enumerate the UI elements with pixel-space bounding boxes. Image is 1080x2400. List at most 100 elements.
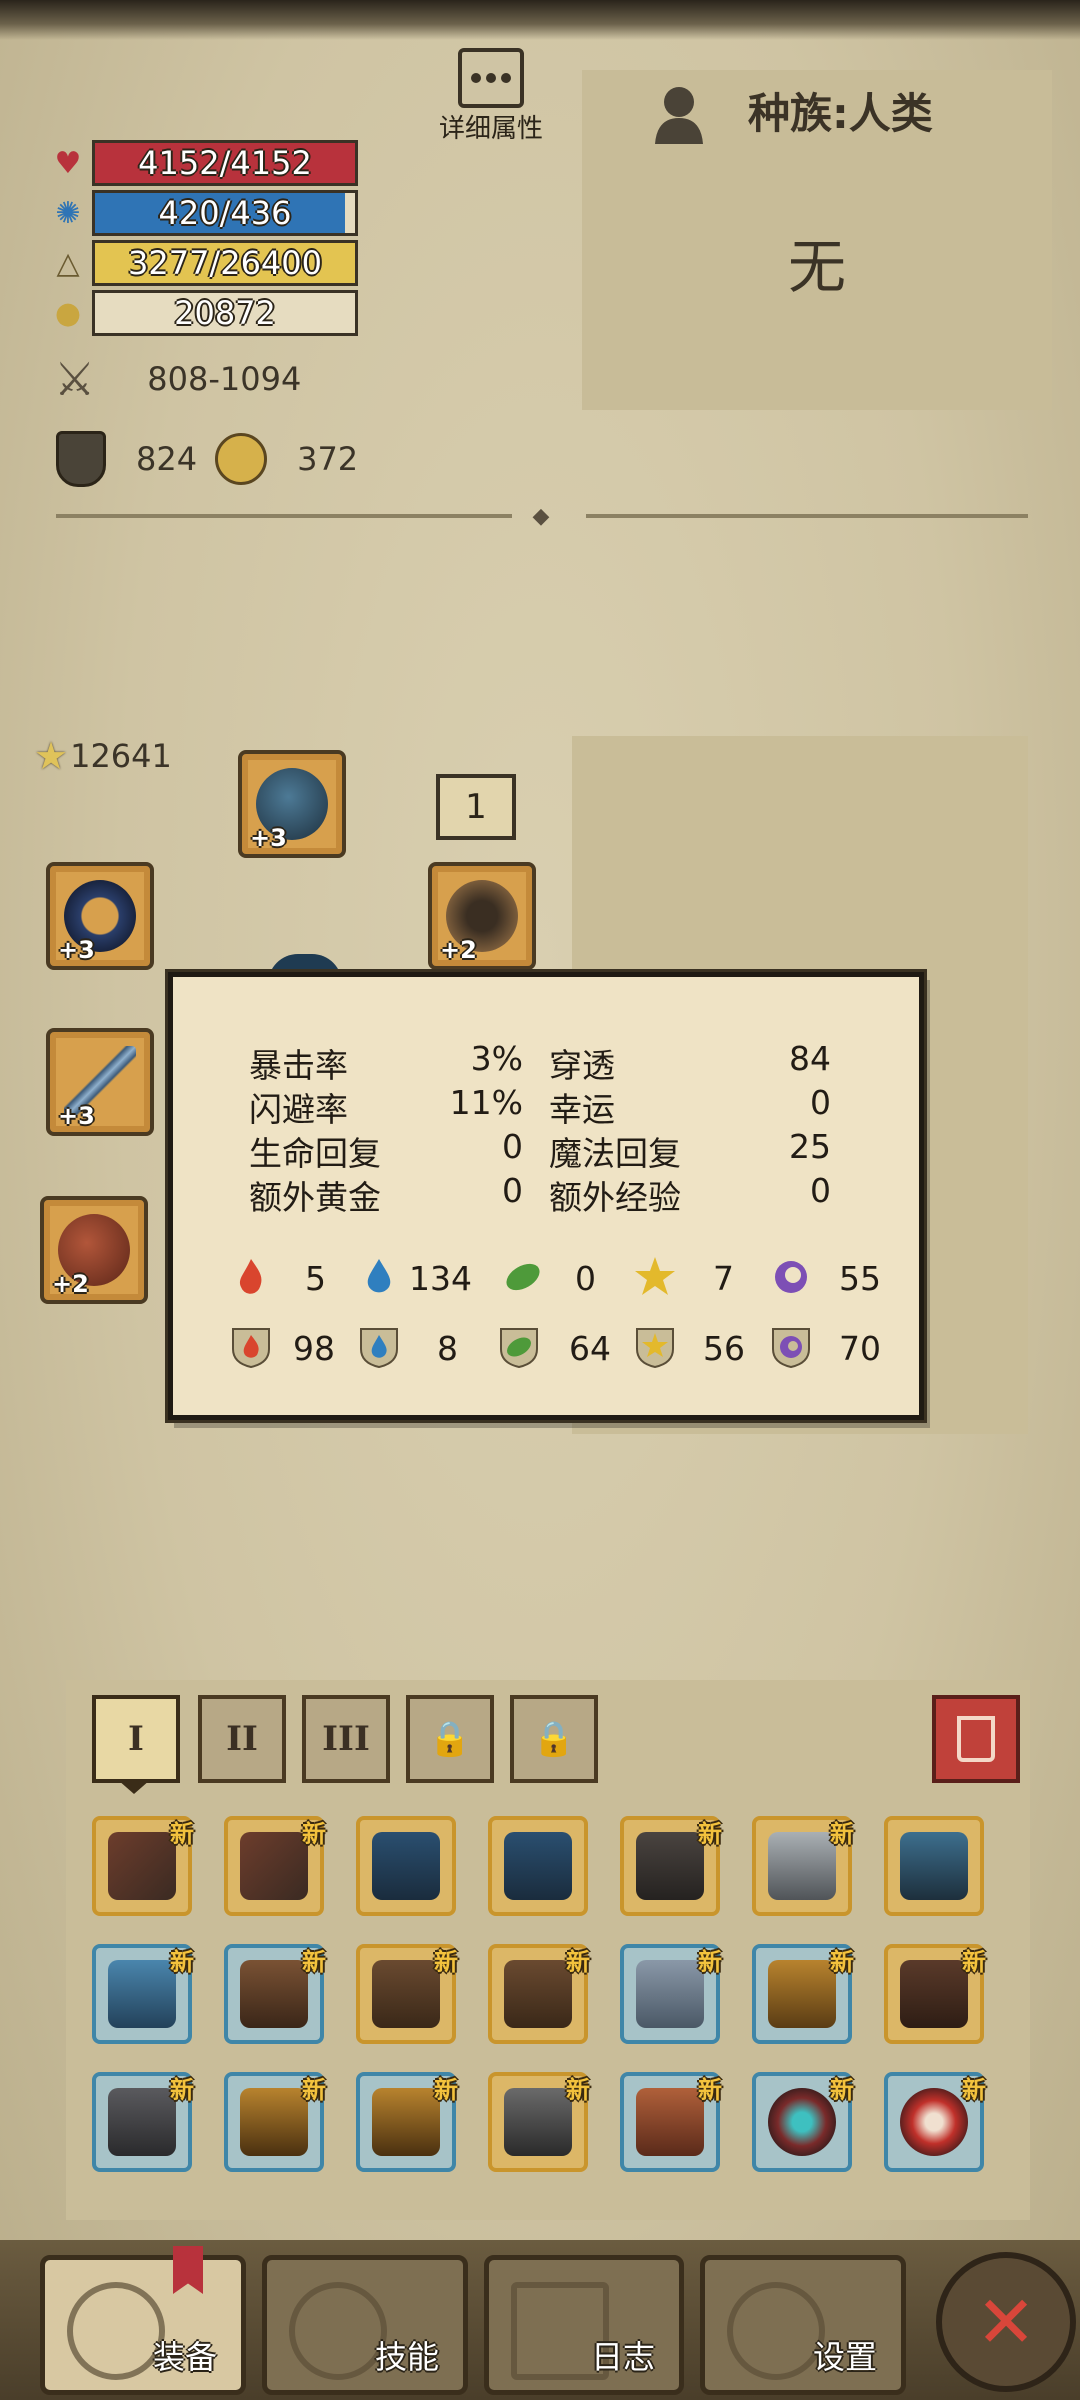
more-dots-icon xyxy=(458,48,524,108)
gold-value: 20872 xyxy=(174,294,276,332)
attack-row: ⚔ 808-1094 xyxy=(54,352,301,406)
inventory-item[interactable]: 新 xyxy=(224,1944,326,2044)
skills-emblem-icon xyxy=(289,2282,387,2380)
nav-equip-label: 装备 xyxy=(152,2338,217,2376)
cloth-pants-icon xyxy=(636,1960,704,2028)
inventory-item[interactable]: 新 xyxy=(92,1816,194,1916)
inventory-item[interactable]: 新 xyxy=(92,1944,194,2044)
close-button[interactable]: ✕ xyxy=(936,2252,1076,2392)
axe-emblem-icon xyxy=(67,2282,165,2380)
blue-cape-icon xyxy=(900,1832,968,1900)
inventory-item[interactable]: 新 xyxy=(488,1944,590,2044)
red-amulet-icon xyxy=(900,2088,968,2156)
defense-row: 824 372 xyxy=(56,431,359,487)
tab-locked-4[interactable]: 🔒 xyxy=(406,1695,494,1783)
new-badge: 新 xyxy=(566,1948,590,1976)
inventory-item[interactable] xyxy=(884,1816,984,1916)
attributes-tooltip[interactable]: 暴击率 3% 穿透 84 闪避率 11% 幸运 0 生命回复 0 魔法回复 25… xyxy=(168,972,924,1420)
ring-upgrade: +3 xyxy=(58,936,95,964)
inventory-item[interactable]: 新 xyxy=(620,2072,722,2172)
inventory-item[interactable]: 新 xyxy=(488,2072,590,2172)
new-badge: 新 xyxy=(830,2076,854,2104)
fire-attack-icon xyxy=(239,1259,262,1294)
weapon-slot[interactable]: +3 xyxy=(46,1028,154,1136)
nav-skills[interactable]: 技能 xyxy=(262,2255,468,2395)
tab-locked-5[interactable]: 🔒 xyxy=(510,1695,598,1783)
inventory-item[interactable]: 新 xyxy=(356,1944,458,2044)
magic-wand-icon xyxy=(215,433,268,485)
divider-right xyxy=(586,514,1028,518)
defense-value: 824 xyxy=(136,440,198,478)
blue-pants-icon xyxy=(108,1960,176,2028)
inventory-item[interactable]: 新 xyxy=(92,2072,194,2172)
mp-row: ✺ 420/436 xyxy=(50,190,358,236)
nav-equip[interactable]: 装备 xyxy=(40,2246,246,2395)
nav-settings[interactable]: 设置 xyxy=(700,2255,906,2395)
new-badge: 新 xyxy=(698,2076,722,2104)
new-badge: 新 xyxy=(170,1820,194,1848)
inventory-item[interactable] xyxy=(488,1816,588,1916)
dark-armor-icon xyxy=(636,1832,704,1900)
exp-triangle-icon: △ xyxy=(56,245,80,281)
tab-page-3[interactable]: III xyxy=(302,1695,390,1783)
inventory-item[interactable]: 新 xyxy=(752,1944,854,2044)
inventory-item[interactable]: 新 xyxy=(620,1944,722,2044)
race-label: 种族:人类 xyxy=(748,89,933,138)
tab-page-1[interactable]: I xyxy=(92,1695,180,1783)
new-badge: 新 xyxy=(962,2076,986,2104)
lock-icon: 🔒 xyxy=(532,1719,576,1759)
exp-bar: 3277/26400 xyxy=(92,240,358,286)
light-attack-icon xyxy=(635,1257,675,1295)
new-badge: 新 xyxy=(830,1948,854,1976)
tab-page-2[interactable]: II xyxy=(198,1695,286,1783)
detail-attributes-button[interactable]: 详细属性 xyxy=(439,44,580,144)
exp-value: 3277/26400 xyxy=(127,244,322,282)
inventory-item[interactable]: 新 xyxy=(752,2072,854,2172)
inventory-item[interactable]: 新 xyxy=(620,1816,722,1916)
magic-power-value: 372 xyxy=(297,440,359,478)
detail-attributes-label: 详细属性 xyxy=(438,114,543,144)
inventory-item[interactable]: 新 xyxy=(884,1944,986,2044)
mp-regen-value: 25 xyxy=(789,1127,831,1166)
hp-regen-label: 生命回复 xyxy=(249,1134,381,1173)
nav-log[interactable]: 日志 xyxy=(484,2255,684,2395)
new-badge: 新 xyxy=(302,1948,326,1976)
inventory-item[interactable]: 新 xyxy=(356,2072,458,2172)
mp-value: 420/436 xyxy=(158,194,292,232)
necklace-upgrade: +2 xyxy=(440,936,477,964)
active-tab-pointer-icon xyxy=(118,1780,150,1794)
ring-slot[interactable]: +3 xyxy=(46,862,154,970)
helmet-slot[interactable]: +3 xyxy=(238,750,346,858)
trash-button[interactable] xyxy=(932,1695,1020,1783)
water-resist-icon xyxy=(360,1328,398,1369)
hp-row: ♥ 4152/4152 xyxy=(50,140,358,186)
crit-rate-label: 暴击率 xyxy=(249,1046,348,1085)
inventory-item[interactable] xyxy=(356,1816,456,1916)
nav-settings-label: 设置 xyxy=(812,2338,877,2376)
inventory-item[interactable]: 新 xyxy=(224,1816,326,1916)
gold-pants-icon xyxy=(768,1960,836,2028)
brown-armor-icon xyxy=(240,1960,308,2028)
level-badge[interactable]: 1 xyxy=(436,774,516,840)
gold-pile-icon: ● xyxy=(54,295,82,331)
arcane-attack-value: 55 xyxy=(839,1259,881,1298)
inventory-item[interactable]: 新 xyxy=(884,2072,986,2172)
fire-resist-icon xyxy=(232,1328,270,1369)
penetration-label: 穿透 xyxy=(549,1046,615,1085)
necklace-slot[interactable]: +2 xyxy=(428,862,536,970)
water-attack-icon xyxy=(367,1259,391,1293)
dodge-rate-value: 11% xyxy=(449,1083,523,1122)
crossed-swords-icon: ⚔ xyxy=(54,352,96,406)
luck-value: 0 xyxy=(810,1083,831,1122)
amulet-icon xyxy=(768,2088,836,2156)
heart-icon: ♥ xyxy=(54,145,82,181)
new-badge: 新 xyxy=(170,1948,194,1976)
close-icon: ✕ xyxy=(975,2280,1037,2364)
inventory-item[interactable]: 新 xyxy=(752,1816,854,1916)
gloves-slot[interactable]: +2 xyxy=(40,1196,148,1304)
inventory-item[interactable]: 新 xyxy=(224,2072,326,2172)
arcane-resist-icon xyxy=(772,1328,810,1369)
fire-resist-value: 98 xyxy=(293,1329,335,1368)
water-attack-value: 134 xyxy=(409,1259,472,1298)
shield-icon xyxy=(56,431,106,487)
